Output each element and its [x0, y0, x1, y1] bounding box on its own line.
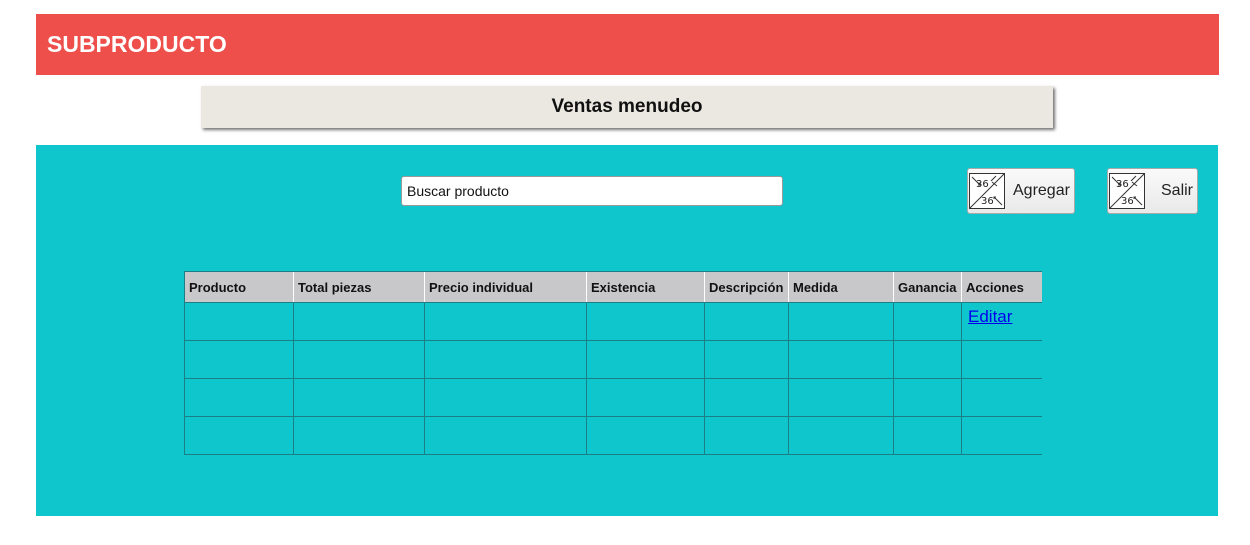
svg-text:36: 36 [976, 179, 989, 190]
table-cell [424, 416, 587, 455]
actions-cell: Editar [961, 302, 1042, 341]
table-cell [893, 416, 962, 455]
table-cell [293, 340, 425, 379]
column-header[interactable]: Acciones [961, 271, 1042, 303]
table-cell [424, 340, 587, 379]
table-cell [893, 302, 962, 341]
table-header-row: Producto Total piezas Precio individual … [184, 271, 1042, 303]
column-header[interactable]: Precio individual [424, 271, 587, 303]
page-title: SUBPRODUCTO [47, 31, 227, 57]
table-cell [293, 416, 425, 455]
actions-cell [961, 378, 1042, 417]
table-cell [586, 416, 705, 455]
table-cell [293, 378, 425, 417]
section-heading-text: Ventas menudeo [551, 96, 703, 117]
exit-button[interactable]: 36 36 Salir [1107, 168, 1198, 214]
broken-image-icon: 36 36 [1109, 173, 1145, 209]
svg-text:36: 36 [1116, 179, 1129, 190]
column-header[interactable]: Producto [184, 271, 294, 303]
table-cell [788, 302, 894, 341]
edit-link[interactable]: Editar [968, 307, 1012, 327]
table-cell [184, 302, 294, 341]
table-cell [788, 378, 894, 417]
svg-text:36: 36 [1121, 196, 1134, 207]
add-button-label: Agregar [1013, 182, 1070, 199]
table-row [184, 416, 1042, 455]
table-cell [704, 340, 789, 379]
table-row: Editar [184, 302, 1042, 341]
column-header[interactable]: Medida [788, 271, 894, 303]
table-cell [893, 340, 962, 379]
table-cell [788, 340, 894, 379]
search-input[interactable] [401, 176, 783, 206]
table-cell [293, 302, 425, 341]
table-cell [788, 416, 894, 455]
main-panel: 36 36 Agregar 36 36 Salir [36, 145, 1218, 516]
table-cell [893, 378, 962, 417]
table-row [184, 340, 1042, 379]
column-header[interactable]: Ganancia [893, 271, 962, 303]
column-header[interactable]: Existencia [586, 271, 705, 303]
exit-button-label: Salir [1161, 182, 1194, 199]
broken-image-icon: 36 36 [969, 173, 1005, 209]
actions-cell [961, 416, 1042, 455]
products-table: Producto Total piezas Precio individual … [184, 271, 1042, 455]
table-row [184, 378, 1042, 417]
table-cell [424, 302, 587, 341]
column-header[interactable]: Total piezas [293, 271, 425, 303]
add-button[interactable]: 36 36 Agregar [967, 168, 1075, 214]
table-cell [704, 378, 789, 417]
table-cell [586, 340, 705, 379]
table-cell [704, 416, 789, 455]
table-cell [424, 378, 587, 417]
table-cell [184, 416, 294, 455]
table-cell [586, 302, 705, 341]
actions-cell [961, 340, 1042, 379]
table-cell [184, 378, 294, 417]
table-cell [184, 340, 294, 379]
section-heading: Ventas menudeo [201, 86, 1053, 128]
svg-text:36: 36 [981, 196, 994, 207]
table-cell [704, 302, 789, 341]
header-bar: SUBPRODUCTO [36, 14, 1219, 75]
column-header[interactable]: Descripción [704, 271, 789, 303]
table-cell [586, 378, 705, 417]
